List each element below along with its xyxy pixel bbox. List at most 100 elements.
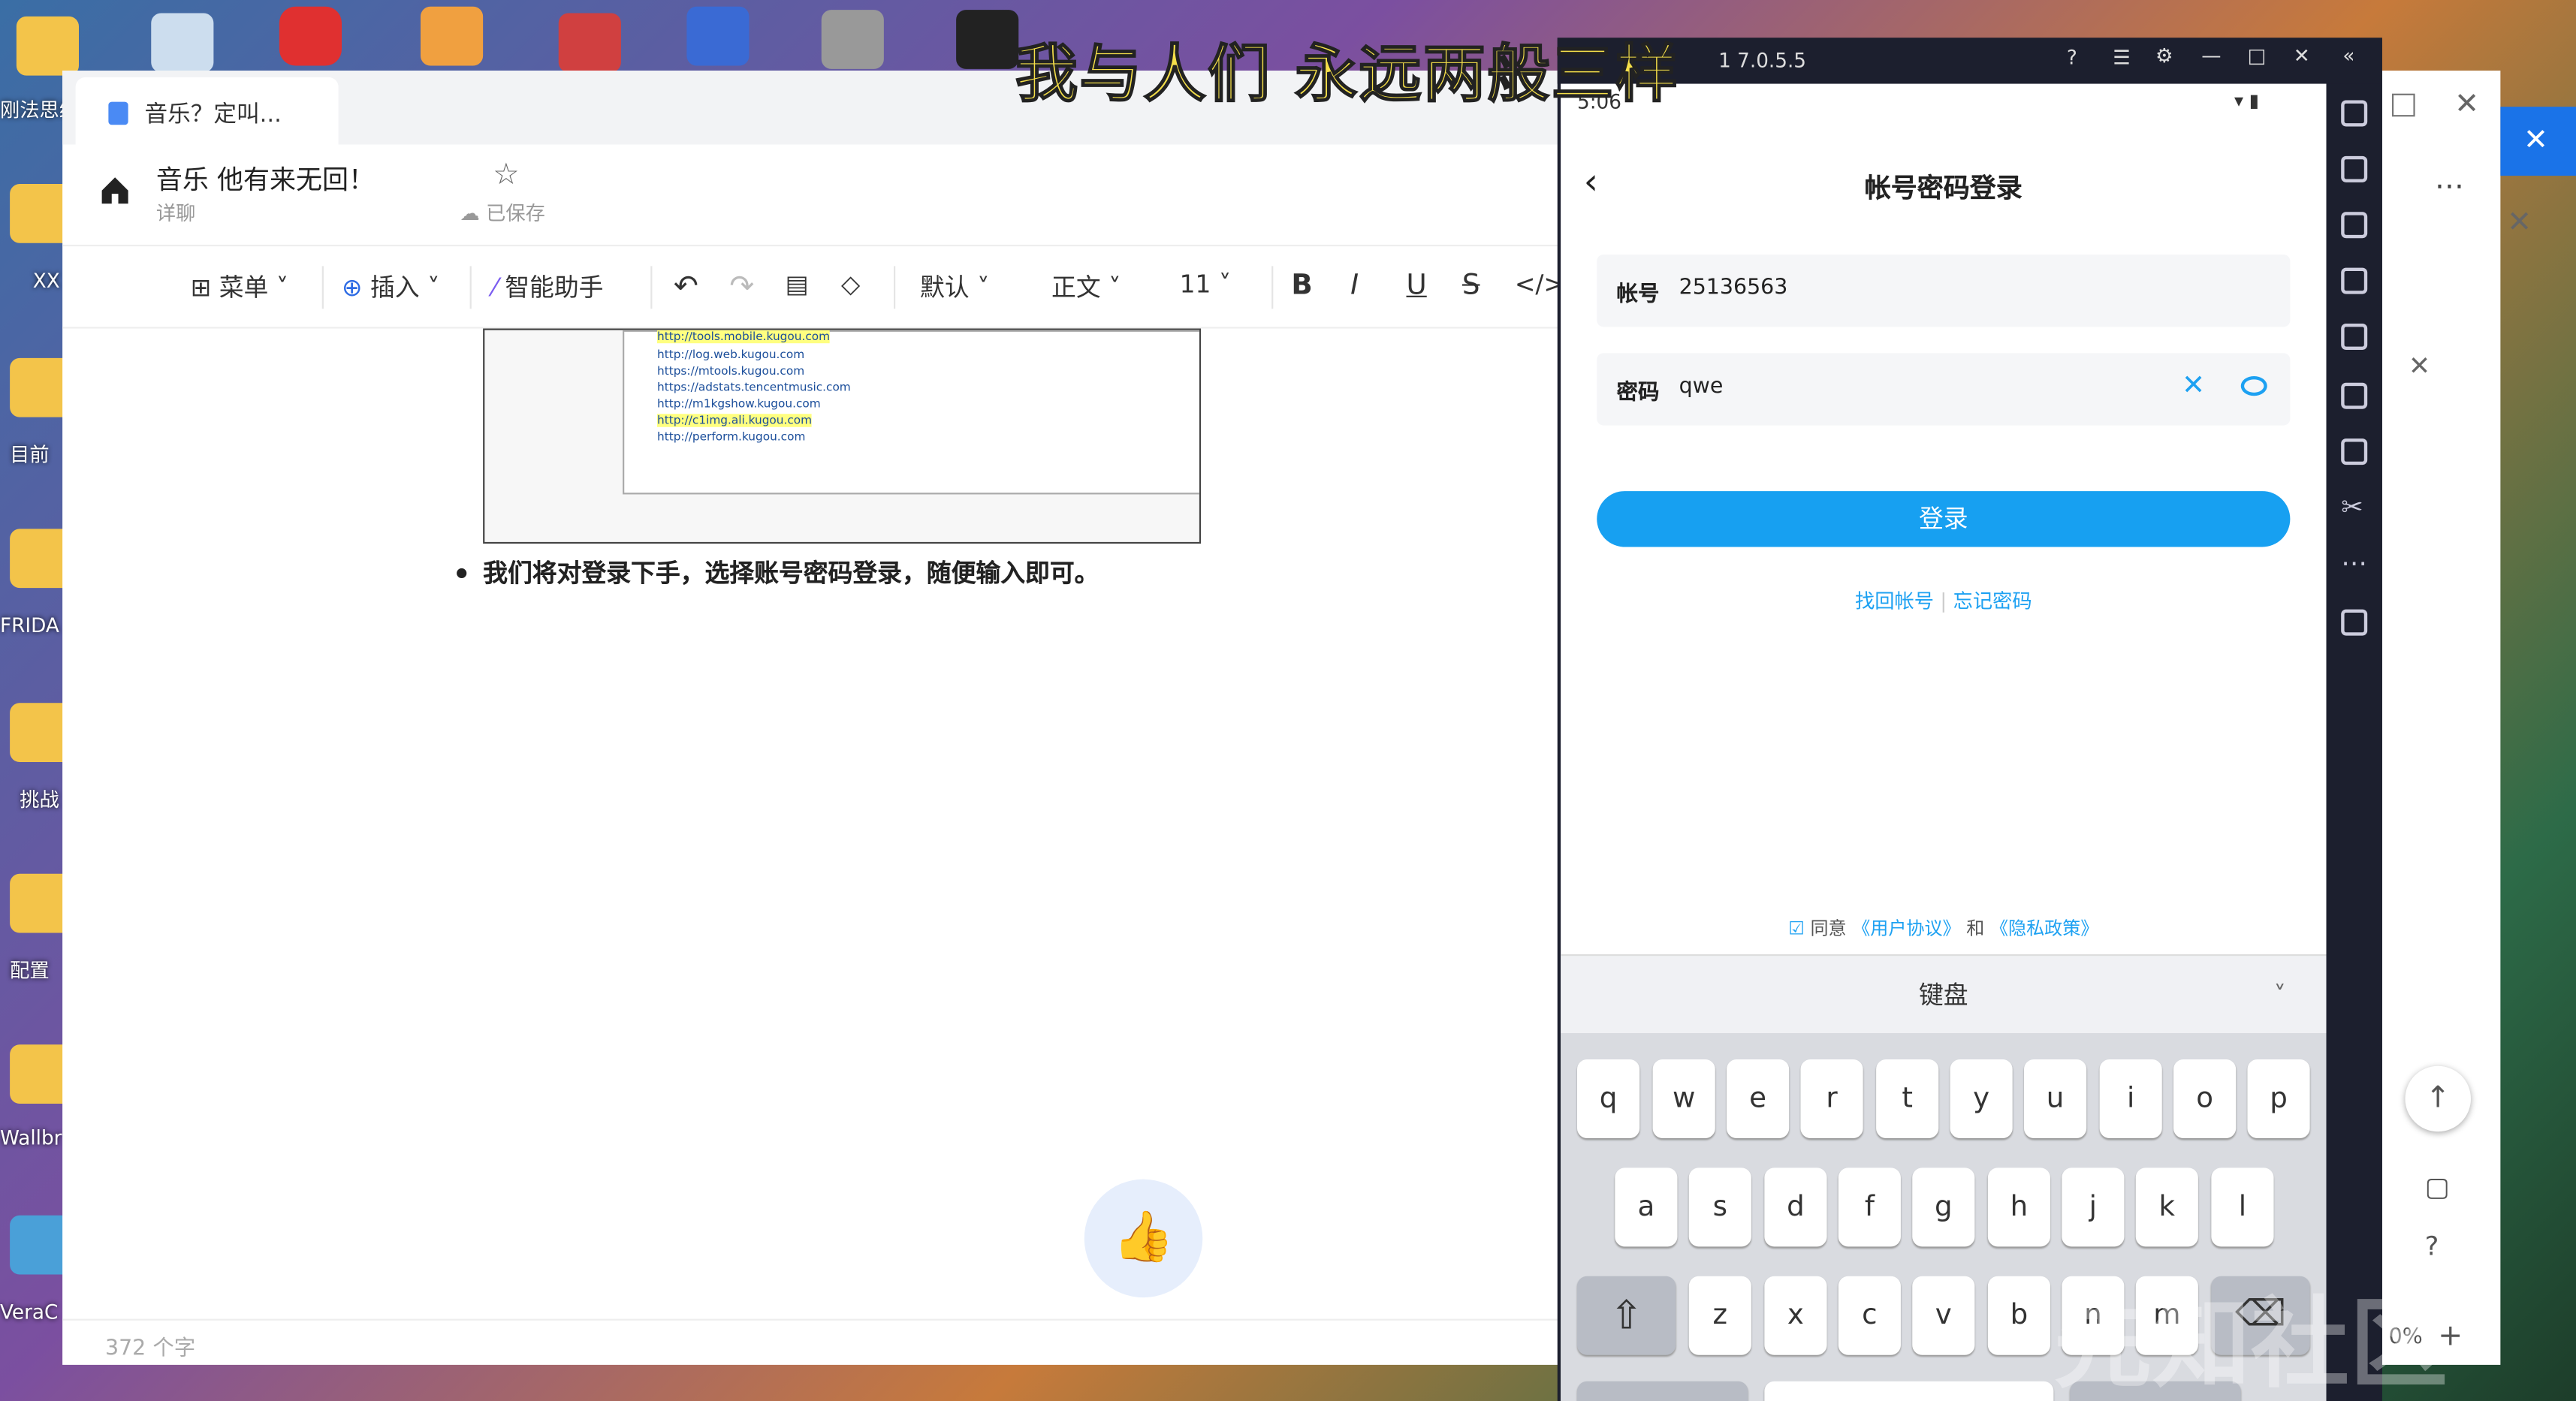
shift-key[interactable]: ⇧ <box>1577 1276 1676 1355</box>
privacy-policy-link[interactable]: 《隐私政策》 <box>1990 918 2098 939</box>
user-agreement-link[interactable]: 《用户协议》 <box>1852 918 1960 939</box>
account-input[interactable]: 25136563 <box>1679 276 1788 301</box>
settings-icon[interactable]: ⚙ <box>2155 44 2173 68</box>
key[interactable]: c <box>1838 1276 1901 1355</box>
forgot-password-link[interactable]: 忘记密码 <box>1953 589 2032 613</box>
key[interactable]: u <box>2024 1059 2087 1138</box>
key[interactable]: d <box>1764 1168 1827 1247</box>
close-icon[interactable]: ✕ <box>2523 123 2548 158</box>
style-select[interactable]: 正文 ˅ <box>1051 270 1121 304</box>
key[interactable]: e <box>1727 1059 1790 1138</box>
chevron-down-icon[interactable]: ˅ <box>2274 956 2286 1035</box>
strikethrough-button[interactable]: S <box>1462 270 1480 303</box>
maximize-icon[interactable] <box>2392 93 2415 117</box>
key[interactable]: p <box>2247 1059 2310 1138</box>
maximize-icon[interactable]: □ <box>2248 44 2267 68</box>
document-tab[interactable]: 音乐？定叫... <box>75 77 339 145</box>
italic-button[interactable]: I <box>1350 270 1359 303</box>
key[interactable]: z <box>1688 1276 1751 1355</box>
scroll-top-button[interactable]: ↑ <box>2405 1065 2471 1132</box>
key[interactable]: t <box>1876 1059 1939 1138</box>
keyboard-icon[interactable] <box>2341 155 2368 182</box>
doc-header: 音乐 他有来无回！ ☆ 详聊 ☁ 已保存 <box>62 145 1561 247</box>
help-icon[interactable]: ? <box>2425 1230 2439 1261</box>
key[interactable]: k <box>2135 1168 2198 1247</box>
collapse-icon[interactable]: « <box>2342 44 2354 68</box>
key[interactable]: a <box>1615 1168 1678 1247</box>
minimize-icon[interactable]: — <box>2201 44 2221 68</box>
comment-icon[interactable]: ▢ <box>2425 1171 2450 1203</box>
key[interactable]: v <box>1912 1276 1975 1355</box>
size-value: 11 <box>1179 269 1211 300</box>
key[interactable]: r <box>1800 1059 1863 1138</box>
login-button[interactable]: 登录 <box>1597 491 2291 547</box>
fullscreen-icon[interactable] <box>2341 100 2368 127</box>
screen-icon[interactable] <box>2341 323 2368 350</box>
eye-icon[interactable] <box>2240 375 2267 396</box>
embedded-screenshot: http://tools.mobile.kugou.com http://log… <box>483 328 1202 544</box>
close-icon[interactable]: ✕ <box>2294 44 2310 68</box>
pycharm-icon[interactable] <box>956 10 1019 69</box>
key[interactable]: f <box>1838 1168 1901 1247</box>
bold-button[interactable]: B <box>1291 270 1312 303</box>
scissors-icon[interactable]: ✂ <box>2341 491 2363 523</box>
key[interactable]: q <box>1577 1059 1640 1138</box>
close-icon[interactable]: ✕ <box>2507 205 2532 240</box>
doc-meta: 详聊 <box>155 202 196 225</box>
folder-icon[interactable] <box>16 16 79 76</box>
insert-button[interactable]: ⊕ 插入 ˅ <box>342 270 439 304</box>
format-painter-icon[interactable]: ▤ <box>786 270 809 299</box>
clear-icon[interactable]: ✕ <box>2182 369 2205 402</box>
more-icon[interactable]: ⋯ <box>2341 547 2367 578</box>
star-icon[interactable]: ☆ <box>493 158 519 192</box>
checkbox-icon[interactable]: ☑ <box>1788 918 1810 939</box>
key[interactable]: o <box>2173 1059 2237 1138</box>
key-icon[interactable] <box>821 10 884 69</box>
app-icon[interactable] <box>421 6 484 66</box>
volume-up-icon[interactable] <box>2341 212 2368 239</box>
key[interactable]: l <box>2211 1168 2274 1247</box>
volume-down-icon[interactable] <box>2341 267 2368 294</box>
space-key[interactable] <box>1764 1381 2054 1401</box>
undo-icon[interactable]: ↶ <box>674 270 698 304</box>
find-account-link[interactable]: 找回帐号 <box>1855 589 1934 613</box>
close-icon[interactable]: ✕ <box>2454 87 2479 122</box>
size-select[interactable]: 11 ˅ <box>1180 270 1232 299</box>
key[interactable]: x <box>1764 1276 1827 1355</box>
password-input[interactable]: qwe <box>1679 375 1724 399</box>
key[interactable]: h <box>1987 1168 2050 1247</box>
font-select[interactable]: 默认 ˅ <box>920 270 990 304</box>
menu-icon[interactable]: ☰ <box>2113 46 2131 69</box>
multi-instance-icon[interactable] <box>2341 438 2368 465</box>
underline-button[interactable]: U <box>1407 270 1427 303</box>
more-icon[interactable]: ⋯ <box>2435 169 2464 203</box>
netease-music-icon[interactable] <box>279 6 342 66</box>
numbers-key[interactable]: 123 <box>1577 1381 1748 1401</box>
account-field[interactable]: 帐号 25136563 <box>1597 255 2291 327</box>
key[interactable]: y <box>1950 1059 2013 1138</box>
desktop-label: VeraC <box>0 1300 59 1324</box>
menu-button[interactable]: ⊞ 菜单 ˅ <box>191 270 288 304</box>
eraser-icon[interactable]: ◇ <box>841 270 860 299</box>
key[interactable]: w <box>1652 1059 1715 1138</box>
key[interactable]: g <box>1912 1168 1975 1247</box>
recycle-bin-icon[interactable] <box>151 13 214 73</box>
key[interactable]: b <box>1987 1276 2050 1355</box>
like-button[interactable]: 👍 <box>1084 1179 1203 1298</box>
password-field[interactable]: 密码 qwe ✕ <box>1597 353 2291 426</box>
bullet-paragraph[interactable]: 我们将对登录下手，选择账号密码登录，随便输入即可。 <box>457 555 1099 589</box>
install-apk-icon[interactable] <box>2341 382 2368 409</box>
redo-icon[interactable]: ↷ <box>729 270 754 304</box>
key[interactable]: j <box>2062 1168 2125 1247</box>
video-subtitle: 我与人们 永远两般三样 <box>1015 37 1680 110</box>
key[interactable]: i <box>2099 1059 2162 1138</box>
close-icon[interactable]: ✕ <box>2409 350 2430 381</box>
home-icon[interactable] <box>98 174 131 207</box>
ai-assistant-button[interactable]: ⁄ 智能助手 <box>493 270 603 304</box>
share-icon[interactable] <box>2341 609 2368 636</box>
key[interactable]: s <box>1688 1168 1751 1247</box>
document-title[interactable]: 音乐 他有来无回！ <box>156 158 375 197</box>
media-icon[interactable] <box>686 6 750 66</box>
app-icon[interactable] <box>558 13 621 73</box>
help-icon[interactable]: ? <box>2067 46 2077 69</box>
